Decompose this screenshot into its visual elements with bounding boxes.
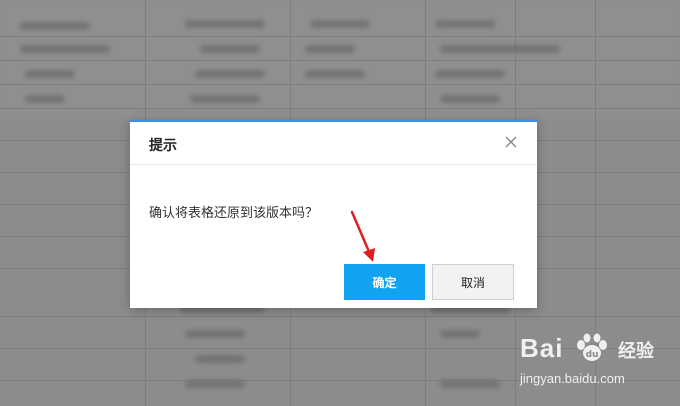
grid-line <box>0 36 680 37</box>
blurred-cell-text <box>435 70 505 78</box>
blurred-cell-text <box>195 355 245 363</box>
watermark-url: jingyan.baidu.com <box>520 371 625 386</box>
blurred-cell-text <box>440 380 500 388</box>
dialog-title: 提示 <box>149 138 177 154</box>
baidu-jingyan-watermark: Bai du 经验 jingyan.baidu.com <box>520 333 670 393</box>
cancel-button[interactable]: 取消 <box>432 264 514 300</box>
watermark-brand-suffix: 经验 <box>618 341 654 362</box>
confirm-button[interactable]: 确定 <box>344 264 425 300</box>
dialog-header: 提示 <box>130 122 537 165</box>
blurred-cell-text <box>200 45 260 53</box>
grid-line <box>0 84 680 85</box>
grid-line <box>0 316 680 317</box>
watermark-brand: Bai <box>520 333 564 363</box>
grid-line <box>0 60 680 61</box>
blurred-cell-text <box>25 70 75 78</box>
dialog-message: 确认将表格还原到该版本吗？ <box>149 206 319 221</box>
grid-line <box>0 108 680 109</box>
blurred-cell-text <box>185 20 265 28</box>
paw-icon: du <box>577 333 607 361</box>
red-arrow-annotation <box>350 210 375 262</box>
blurred-cell-text <box>310 20 370 28</box>
blurred-cell-text <box>20 45 110 53</box>
svg-text:du: du <box>586 350 599 360</box>
blurred-cell-text <box>305 70 365 78</box>
confirm-dialog: 提示 确认将表格还原到该版本吗？ 确定 取消 <box>130 120 537 308</box>
blurred-cell-text <box>440 95 500 103</box>
blurred-cell-text <box>185 330 245 338</box>
blurred-cell-text <box>185 380 245 388</box>
blurred-cell-text <box>435 20 495 28</box>
blurred-cell-text <box>190 95 260 103</box>
blurred-cell-text <box>25 95 65 103</box>
blurred-cell-text <box>20 22 90 30</box>
blurred-cell-text <box>305 45 355 53</box>
close-icon[interactable] <box>503 134 519 150</box>
blurred-cell-text <box>440 45 560 53</box>
blurred-cell-text <box>195 70 265 78</box>
blurred-cell-text <box>440 330 480 338</box>
